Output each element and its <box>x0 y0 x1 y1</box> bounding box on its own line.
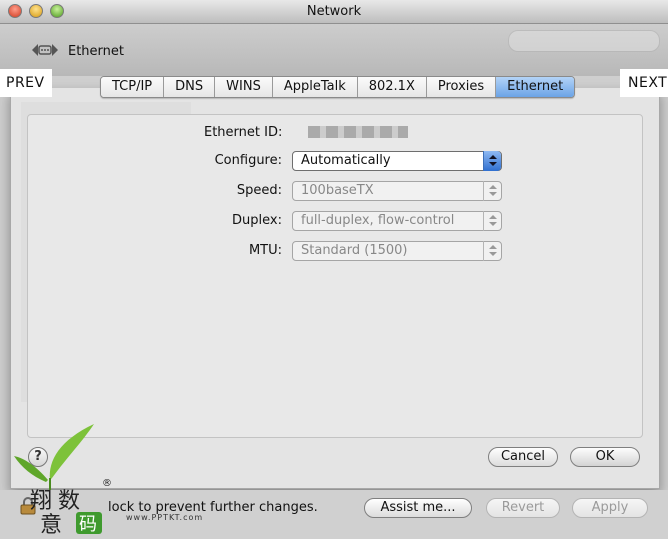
watermark-url: www.PPTKT.com <box>126 513 204 522</box>
prev-link[interactable]: PREV <box>0 69 52 97</box>
assist-me-button[interactable]: Assist me... <box>364 498 472 518</box>
apply-button[interactable]: Apply <box>572 498 648 518</box>
tab-proxies[interactable]: Proxies <box>426 77 497 97</box>
search-field[interactable] <box>508 30 660 52</box>
tab-802-1x[interactable]: 802.1X <box>357 77 427 97</box>
tab-ethernet[interactable]: Ethernet <box>496 77 575 97</box>
svg-text:翔: 翔 <box>30 489 52 514</box>
popup-arrows-icon <box>483 211 501 231</box>
popup-arrows-icon <box>483 181 501 201</box>
popup-arrows-icon <box>483 151 501 171</box>
duplex-popup-value: full-duplex, flow-control <box>301 213 455 228</box>
duplex-popup[interactable]: full-duplex, flow-control <box>292 211 502 231</box>
toolbar-location-label: Ethernet <box>68 44 124 59</box>
title-bar: Network <box>0 0 668 24</box>
svg-text:码: 码 <box>79 514 97 535</box>
cancel-button[interactable]: Cancel <box>488 447 558 467</box>
next-link[interactable]: NEXT <box>620 69 668 97</box>
svg-text:意: 意 <box>40 513 62 535</box>
mtu-popup-value: Standard (1500) <box>301 243 408 258</box>
ethernet-id-label: Ethernet ID: <box>204 125 283 140</box>
popup-arrows-icon <box>483 241 501 261</box>
tab-dns[interactable]: DNS <box>164 77 216 97</box>
window-title: Network <box>306 4 362 19</box>
speed-label: Speed: <box>236 183 282 198</box>
ethernet-id-value <box>308 126 408 138</box>
tab-wins[interactable]: WINS <box>215 77 273 97</box>
revert-button[interactable]: Revert <box>486 498 560 518</box>
svg-text:®: ® <box>102 478 112 489</box>
watermark-logo: 翔 数 意 码 ® <box>14 424 112 535</box>
configure-label: Configure: <box>214 153 282 168</box>
configure-popup[interactable]: Automatically <box>292 151 502 171</box>
speed-popup-value: 100baseTX <box>301 183 374 198</box>
mtu-popup[interactable]: Standard (1500) <box>292 241 502 261</box>
tab-tcp-ip[interactable]: TCP/IP <box>101 77 165 97</box>
tab-appletalk[interactable]: AppleTalk <box>272 77 358 97</box>
back-forward-icon[interactable] <box>31 42 59 58</box>
duplex-label: Duplex: <box>232 213 282 228</box>
configure-popup-value: Automatically <box>301 153 391 168</box>
mtu-label: MTU: <box>248 243 282 258</box>
speed-popup[interactable]: 100baseTX <box>292 181 502 201</box>
toolbar: Ethernet <box>0 24 668 76</box>
svg-text:数: 数 <box>58 489 80 514</box>
settings-tabs: TCP/IP DNS WINS AppleTalk 802.1X Proxies… <box>100 76 576 98</box>
ok-button[interactable]: OK <box>570 447 640 467</box>
